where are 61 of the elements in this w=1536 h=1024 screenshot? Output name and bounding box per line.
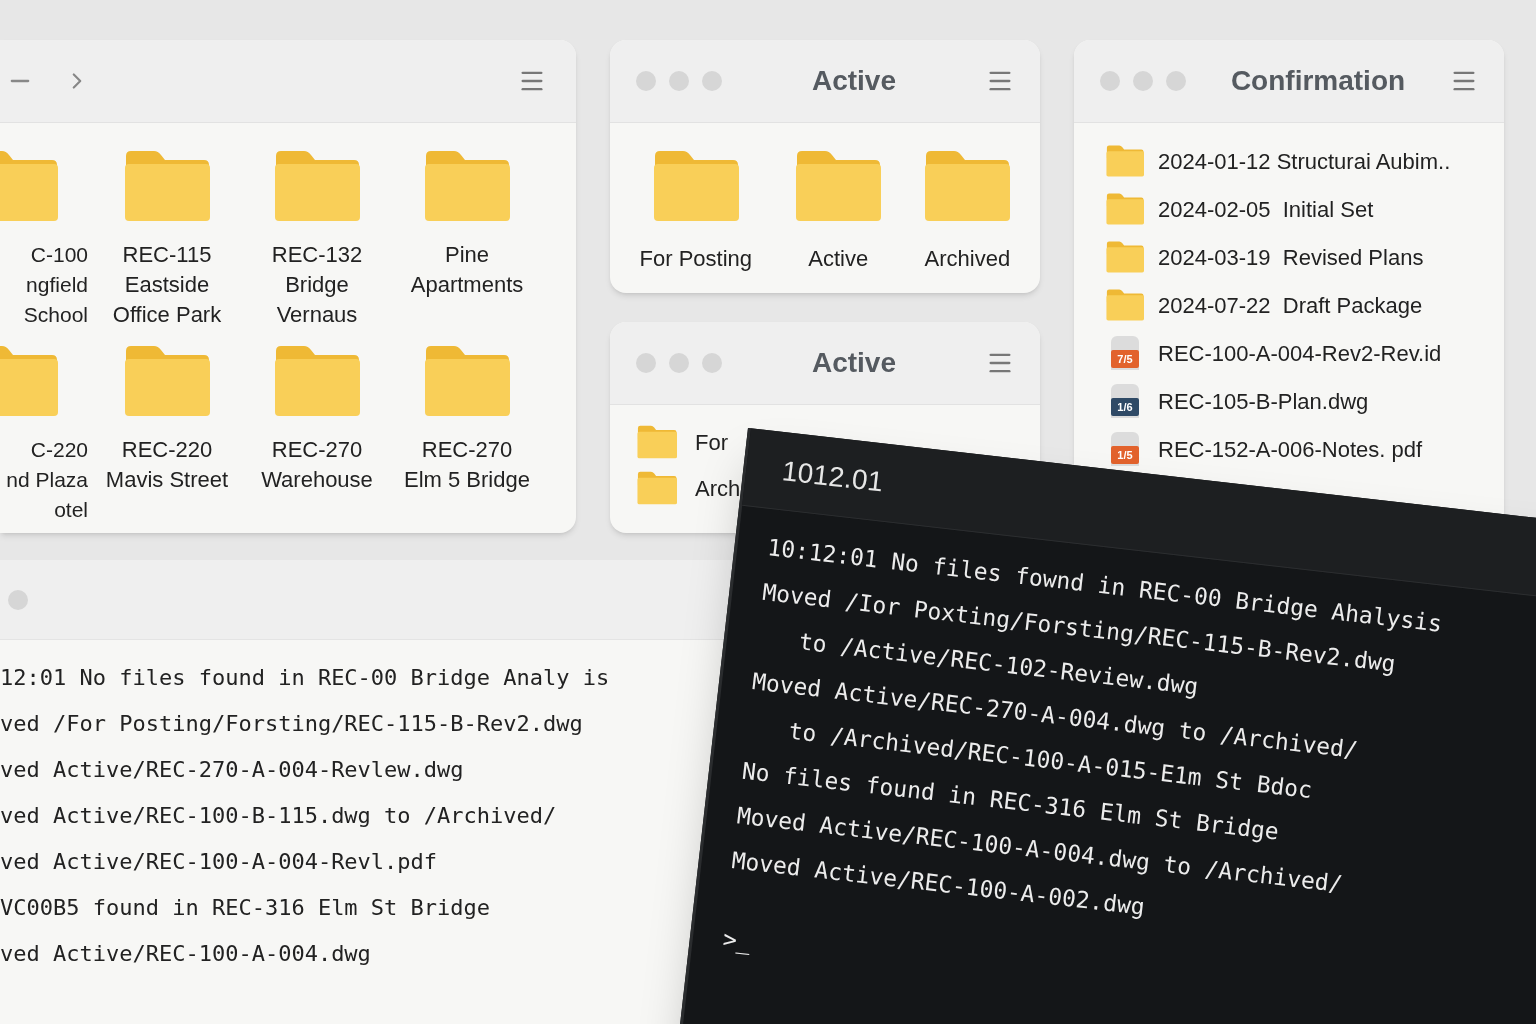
- file-name[interactable]: REC-152-A-006-Notes. pdf: [1158, 432, 1423, 466]
- folder-icon[interactable]: [274, 150, 360, 222]
- window-control[interactable]: [636, 71, 656, 91]
- folder-icon[interactable]: [1106, 288, 1144, 322]
- log-line: ved Active/REC-270-A-004-Revlew.dwg: [0, 756, 464, 784]
- window-control[interactable]: [636, 353, 656, 373]
- file-name[interactable]: REC-100-A-004-Rev2-Rev.id: [1158, 336, 1442, 370]
- folder-label[interactable]: REC-132 Bridge Vernaus: [271, 240, 363, 330]
- folder-label[interactable]: Arch: [695, 471, 741, 505]
- log-line: 12:01 No files found in REC-00 Bridge Analy is: [0, 664, 610, 692]
- file-name[interactable]: REC-105-B-Plan.dwg: [1158, 384, 1369, 418]
- window-control[interactable]: [1100, 71, 1120, 91]
- log-line: ved Active/REC-100-A-004.dwg: [0, 940, 371, 968]
- folder-icon[interactable]: [424, 150, 510, 222]
- folder-icon[interactable]: [795, 150, 882, 222]
- window-control[interactable]: [669, 353, 689, 373]
- folder-label[interactable]: For: [695, 425, 728, 459]
- log-line: ved Active/REC-100-B-115.dwg to /Archived/: [0, 802, 557, 830]
- window-title: Active: [810, 346, 897, 380]
- folder-icon[interactable]: [0, 150, 58, 222]
- folder-label[interactable]: REC-220 Mavis Street: [105, 435, 229, 495]
- window-control[interactable]: [702, 353, 722, 373]
- folder-icon[interactable]: [652, 150, 739, 222]
- file-icon[interactable]: 1/5: [1111, 432, 1139, 466]
- window-control[interactable]: [702, 71, 722, 91]
- folder-label[interactable]: Pine Apartments: [410, 240, 524, 300]
- file-icon[interactable]: 1/6: [1111, 384, 1139, 418]
- folder-icon[interactable]: [637, 471, 677, 505]
- log-line: VC00B5 found in REC-316 Elm St Bridge: [0, 894, 491, 922]
- folder-label[interactable]: C-220 nd Plaza otel: [6, 435, 88, 525]
- file-name[interactable]: 2024-07-22 Draft Package: [1158, 288, 1423, 322]
- terminal-title: 1012.01: [780, 453, 886, 500]
- folder-label[interactable]: C-100 ngfield School: [23, 240, 88, 330]
- terminal-prompt[interactable]: >_: [721, 924, 753, 957]
- file-name[interactable]: 2024-01-12 Structurai Aubim..: [1158, 144, 1451, 178]
- folder-icon[interactable]: [424, 345, 510, 417]
- window-control[interactable]: [1133, 71, 1153, 91]
- folder-label[interactable]: REC-270 Warehouse: [261, 435, 373, 495]
- folder-label[interactable]: Active: [808, 242, 869, 275]
- window-title: Confirmation: [1229, 64, 1407, 98]
- folder-label[interactable]: REC-115 Eastside Office Park: [112, 240, 222, 330]
- file-name[interactable]: 2024-02-05 Initial Set: [1158, 192, 1374, 226]
- folder-icon[interactable]: [1106, 240, 1144, 274]
- folder-icon[interactable]: [124, 150, 210, 222]
- window-title: Active: [810, 64, 897, 98]
- folder-label[interactable]: For Posting: [639, 242, 753, 275]
- folder-icon[interactable]: [1106, 144, 1144, 178]
- log-line: ved /For Posting/Forsting/REC-115-B-Rev2.dwg: [0, 710, 583, 738]
- window-control[interactable]: [8, 589, 28, 610]
- folder-icon[interactable]: [0, 345, 58, 417]
- folder-label[interactable]: Archived: [924, 242, 1011, 275]
- window-control[interactable]: [669, 71, 689, 91]
- file-name[interactable]: 2024-03-19 Revised Plans: [1158, 240, 1424, 274]
- folder-label[interactable]: REC-270 Elm 5 Bridge: [404, 435, 530, 495]
- folder-icon[interactable]: [124, 345, 210, 417]
- log-line: ved Active/REC-100-A-004-Revl.pdf: [0, 848, 438, 876]
- folder-icon[interactable]: [1106, 192, 1144, 226]
- folder-icon[interactable]: [637, 425, 677, 459]
- folder-icon[interactable]: [924, 150, 1011, 222]
- folder-icon[interactable]: [274, 345, 360, 417]
- window-control[interactable]: [1166, 71, 1186, 91]
